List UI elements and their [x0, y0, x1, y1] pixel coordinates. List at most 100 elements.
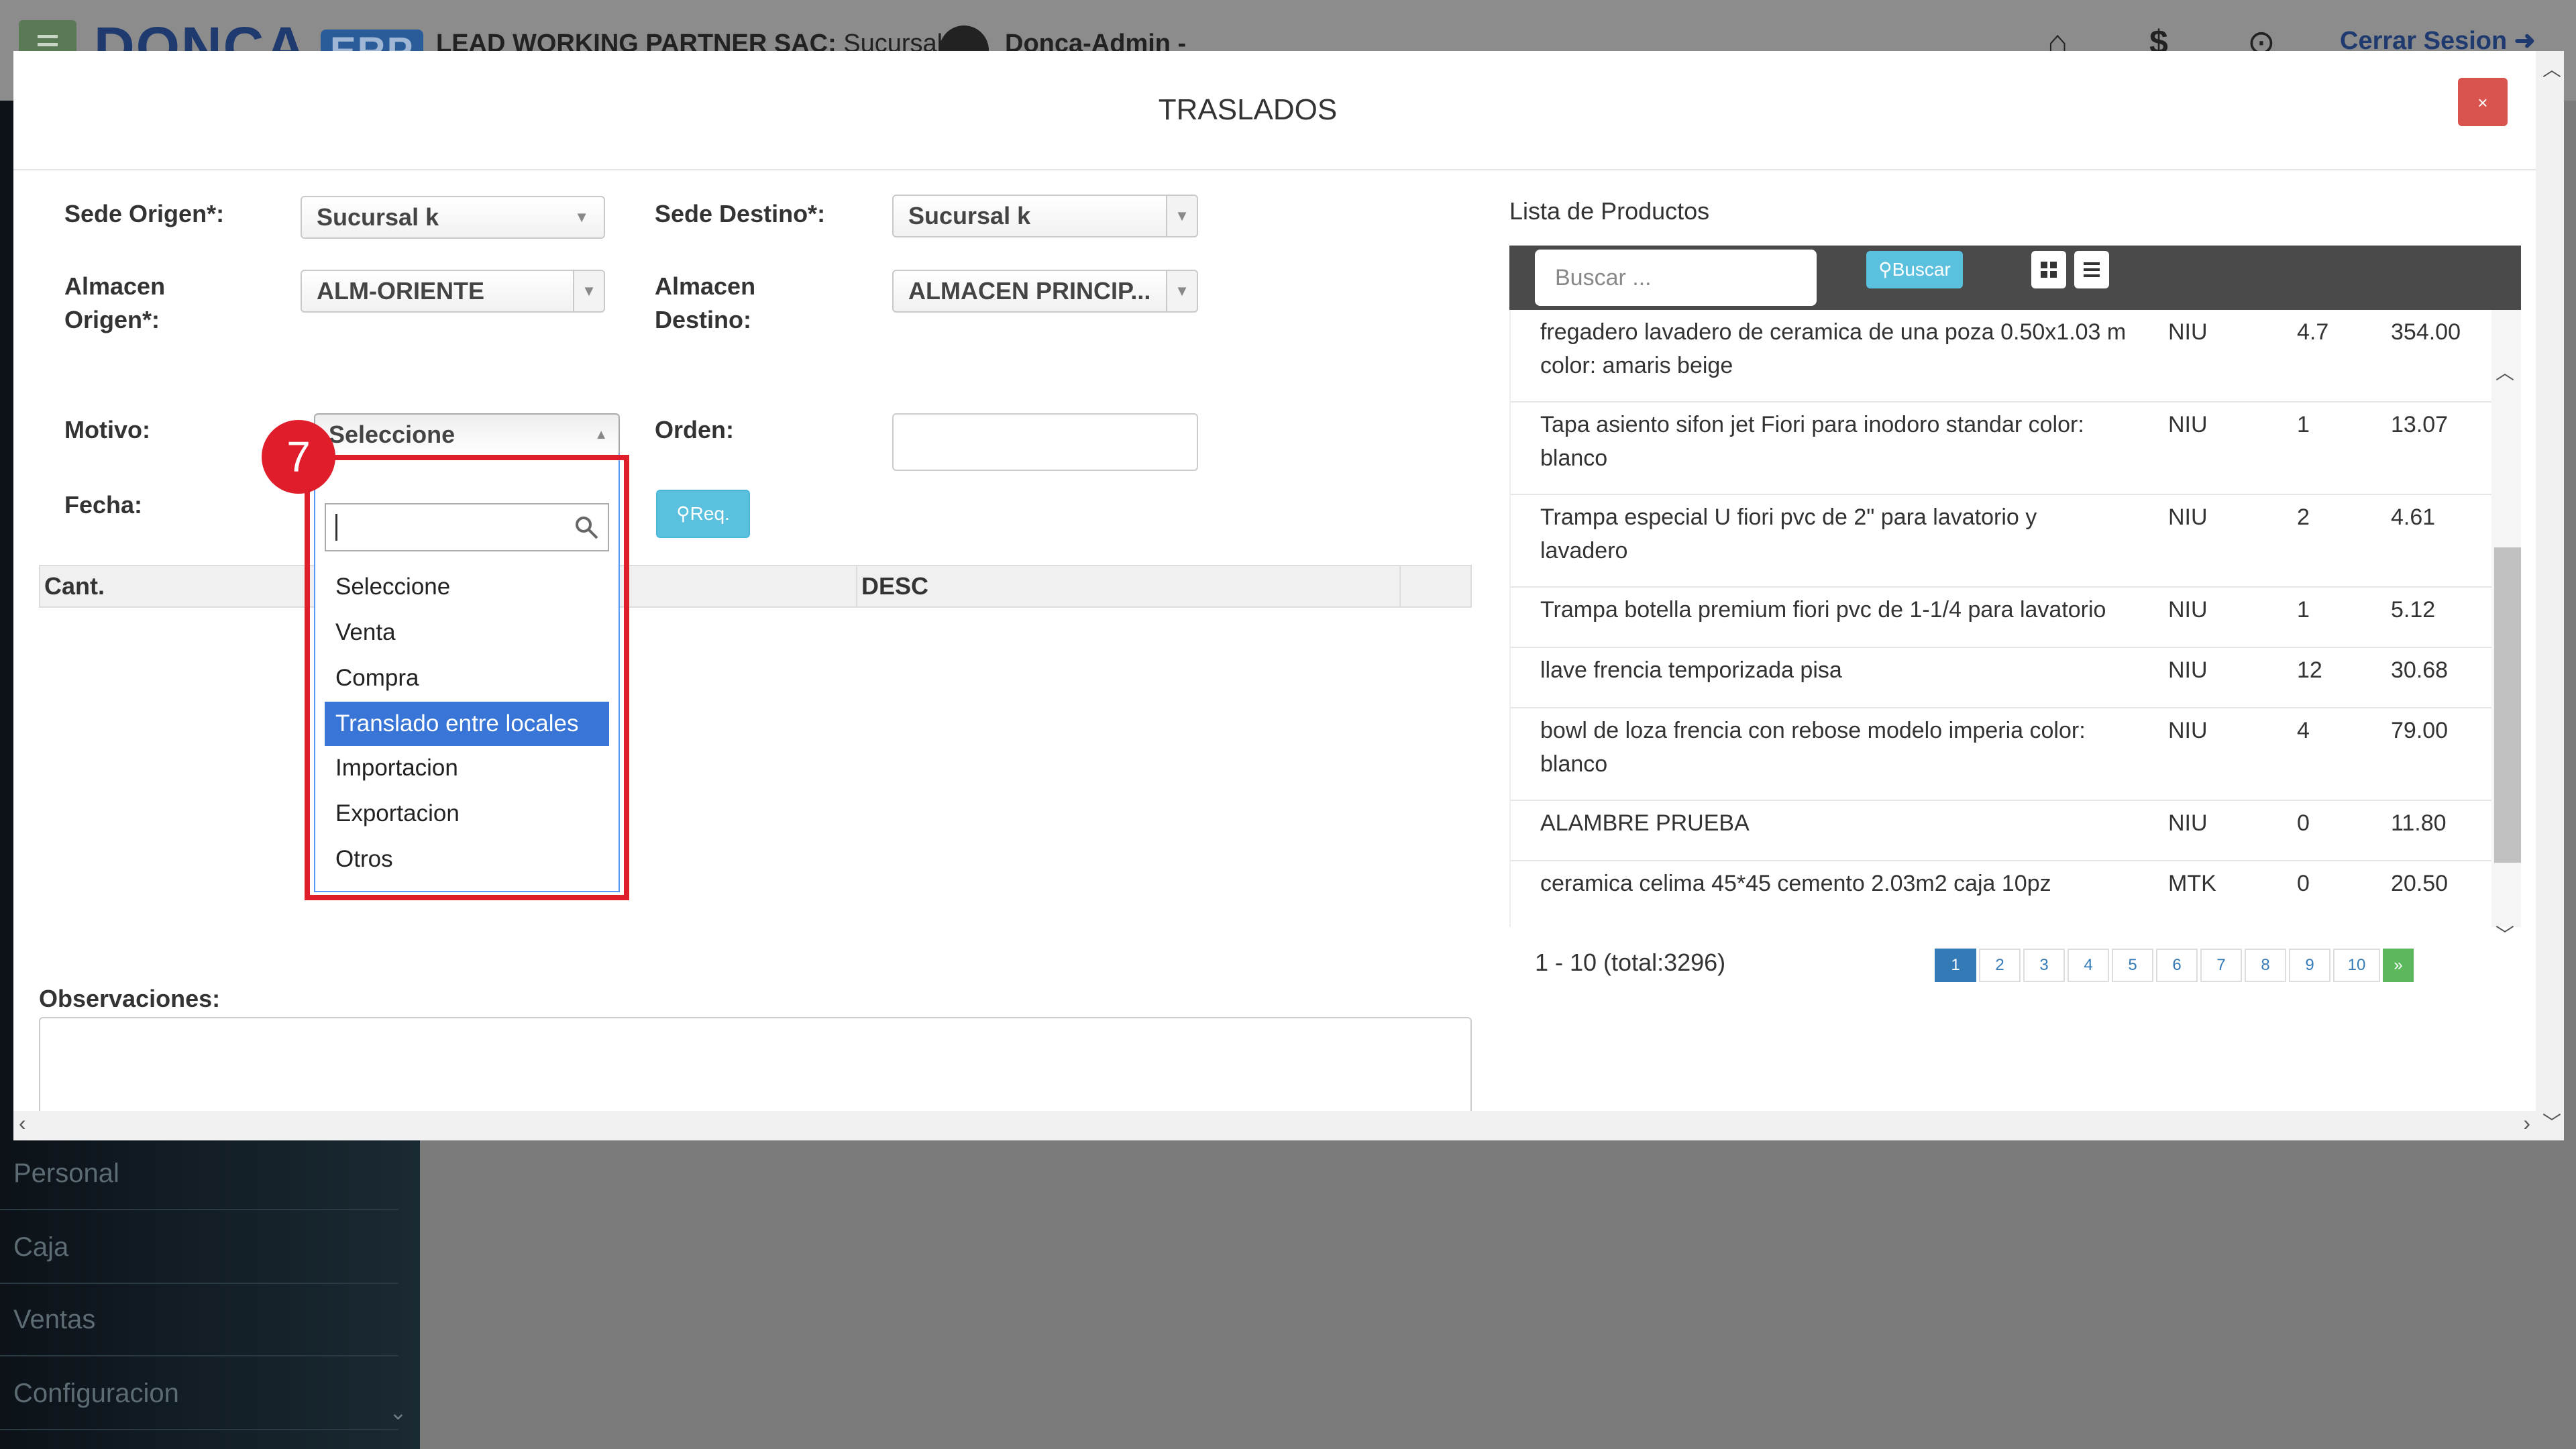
modal-header: TRASLADOS ×: [13, 51, 2536, 170]
chevron-left-icon[interactable]: ‹: [19, 1111, 26, 1136]
product-price: 354.00: [2391, 319, 2461, 345]
annotation-highlight-box: [305, 455, 629, 900]
page-button-1[interactable]: 1: [1935, 949, 1976, 982]
product-unit: NIU: [2168, 597, 2208, 623]
almacen-destino-select[interactable]: ALMACEN PRINCIP... ▼: [892, 270, 1198, 313]
product-row[interactable]: llave frencia temporizada pisa NIU 12 30…: [1511, 648, 2497, 708]
chevron-down-icon[interactable]: ﹀: [2496, 920, 2514, 947]
sidebar-item-ventas[interactable]: Ventas: [0, 1284, 398, 1356]
detail-table-header: Cant. DESC: [39, 565, 1472, 608]
product-unit: NIU: [2168, 657, 2208, 683]
product-name: ceramica celima 45*45 cemento 2.03m2 caj…: [1540, 871, 2051, 896]
page-button-4[interactable]: 4: [2068, 949, 2109, 982]
column-header-desc: DESC: [857, 566, 1401, 606]
observaciones-label: Observaciones:: [39, 985, 221, 1012]
paging-info: 1 - 10 (total:3296): [1535, 949, 1726, 976]
product-list-scroll-thumb[interactable]: [2494, 547, 2521, 863]
product-unit: MTK: [2168, 871, 2216, 896]
fecha-label: Fecha:: [64, 491, 143, 519]
product-qty: 12: [2297, 657, 2322, 683]
dropdown-arrow-icon: ▼: [1166, 196, 1197, 236]
product-name: fregadero lavadero de ceramica de una po…: [1540, 319, 2127, 378]
product-price: 5.12: [2391, 597, 2436, 623]
close-button[interactable]: ×: [2458, 78, 2508, 126]
product-price: 20.50: [2391, 871, 2449, 896]
product-qty: 4: [2297, 718, 2310, 743]
product-qty: 0: [2297, 871, 2310, 896]
modal-title: TRASLADOS: [1158, 93, 1338, 126]
grid-view-button[interactable]: [2031, 251, 2066, 288]
dropdown-arrow-icon: ▼: [1166, 271, 1197, 311]
product-row[interactable]: Tapa asiento sifon jet Fiori para inodor…: [1511, 402, 2497, 495]
traslados-modal: TRASLADOS × Sede Origen*: Sucursal k ▼ Se…: [13, 51, 2536, 1140]
step-number-badge: 7: [262, 420, 335, 494]
product-unit: NIU: [2168, 810, 2208, 836]
motivo-select[interactable]: Seleccione ▲: [314, 413, 620, 456]
product-row[interactable]: fregadero lavadero de ceramica de una po…: [1511, 310, 2497, 402]
product-name: bowl de loza frencia con rebose modelo i…: [1540, 718, 2086, 777]
orden-input[interactable]: [892, 413, 1198, 471]
product-search-input[interactable]: Buscar ...: [1535, 250, 1817, 306]
motivo-label: Motivo:: [64, 416, 150, 443]
page-button-2[interactable]: 2: [1979, 949, 2021, 982]
product-name: Trampa botella premium fiori pvc de 1-1/…: [1540, 597, 2106, 623]
product-toolbar: Buscar ... ⚲Buscar: [1509, 246, 2521, 310]
sede-destino-label: Sede Destino*:: [655, 200, 826, 227]
product-price: 79.00: [2391, 718, 2449, 743]
page-button-3[interactable]: 3: [2023, 949, 2065, 982]
product-name: llave frencia temporizada pisa: [1540, 657, 1842, 683]
product-price: 30.68: [2391, 657, 2449, 683]
product-row[interactable]: bowl de loza frencia con rebose modelo i…: [1511, 708, 2497, 801]
chevron-up-icon[interactable]: ︿: [2496, 358, 2514, 385]
page-button-7[interactable]: 7: [2200, 949, 2242, 982]
buscar-button[interactable]: ⚲Buscar: [1866, 251, 1963, 288]
product-qty: 1: [2297, 412, 2310, 437]
chevron-up-icon[interactable]: ︿: [2542, 55, 2561, 82]
sidebar-item-caja[interactable]: Caja: [0, 1212, 398, 1284]
grid-icon: [2041, 262, 2057, 278]
search-icon: ⚲: [1878, 259, 1892, 280]
product-price: 11.80: [2391, 810, 2447, 836]
page-button-9[interactable]: 9: [2289, 949, 2330, 982]
product-qty: 0: [2297, 810, 2310, 836]
modal-horizontal-scrollbar[interactable]: ‹ ›: [13, 1111, 2536, 1140]
product-row[interactable]: Trampa botella premium fiori pvc de 1-1/…: [1511, 588, 2497, 648]
search-icon: ⚲: [676, 503, 690, 524]
sede-destino-select[interactable]: Sucursal k ▼: [892, 195, 1198, 237]
chevron-up-icon: ▲: [594, 427, 608, 442]
list-view-button[interactable]: [2074, 251, 2109, 288]
almacen-origen-label: Almacen Origen*:: [64, 272, 166, 333]
product-row[interactable]: Trampa especial U fiori pvc de 2" para l…: [1511, 495, 2497, 588]
sede-origen-label: Sede Origen*:: [64, 200, 225, 227]
chevron-down-icon[interactable]: ﹀: [2542, 1108, 2561, 1135]
modal-vertical-scrollbar[interactable]: ︿ ﹀: [2536, 51, 2564, 1140]
sidebar-item-personal[interactable]: Personal: [0, 1138, 398, 1210]
product-unit: NIU: [2168, 718, 2208, 743]
dropdown-arrow-icon: ▼: [574, 209, 589, 225]
product-row[interactable]: ALAMBRE PRUEBA NIU 0 11.80: [1511, 801, 2497, 861]
product-name: ALAMBRE PRUEBA: [1540, 810, 1750, 836]
orden-label: Orden:: [655, 416, 735, 443]
product-qty: 2: [2297, 504, 2310, 530]
chevron-down-icon[interactable]: ⌄: [389, 1399, 407, 1425]
product-list: fregadero lavadero de ceramica de una po…: [1509, 310, 2522, 927]
dropdown-arrow-icon: ▼: [573, 271, 604, 311]
almacen-origen-select[interactable]: ALM-ORIENTE ▼: [301, 270, 605, 313]
sede-origen-select[interactable]: Sucursal k ▼: [301, 196, 605, 239]
page-button-5[interactable]: 5: [2112, 949, 2153, 982]
product-qty: 1: [2297, 597, 2310, 623]
page-button-10[interactable]: 10: [2333, 949, 2380, 982]
product-row[interactable]: ceramica celima 45*45 cemento 2.03m2 caj…: [1511, 861, 2497, 927]
product-price: 4.61: [2391, 504, 2436, 530]
product-name: Tapa asiento sifon jet Fiori para inodor…: [1540, 412, 2084, 471]
list-icon: [2084, 262, 2100, 277]
chevron-right-icon[interactable]: ›: [2523, 1111, 2530, 1136]
page-button-6[interactable]: 6: [2156, 949, 2198, 982]
req-button[interactable]: ⚲Req.: [656, 490, 750, 538]
page-button-8[interactable]: 8: [2245, 949, 2286, 982]
product-unit: NIU: [2168, 504, 2208, 530]
product-list-title: Lista de Productos: [1509, 197, 1710, 225]
next-page-button[interactable]: »: [2383, 949, 2414, 982]
sidebar-item-configuracion[interactable]: Configuracion: [0, 1358, 398, 1430]
product-unit: NIU: [2168, 412, 2208, 437]
